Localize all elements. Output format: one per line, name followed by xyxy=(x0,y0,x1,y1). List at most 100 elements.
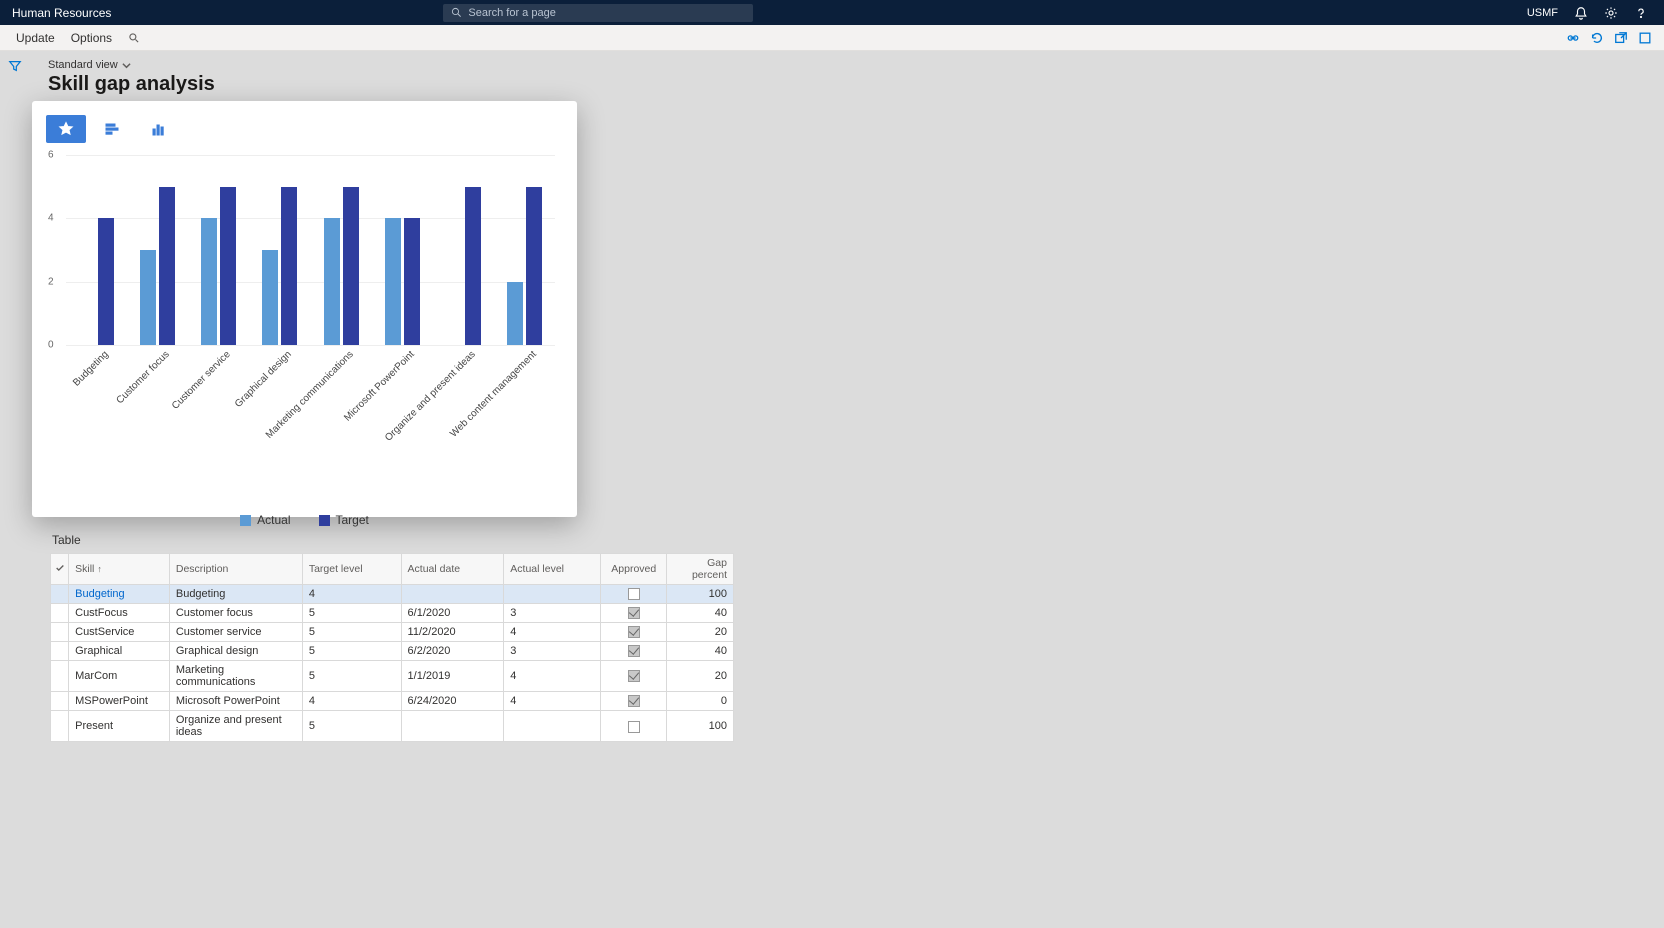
search-box[interactable]: Search for a page xyxy=(443,4,753,22)
table-section-title: Table xyxy=(50,529,1664,553)
row-select-cell[interactable] xyxy=(51,711,69,742)
cell-gap-percent: 40 xyxy=(667,604,734,623)
checkbox-icon[interactable] xyxy=(628,588,640,600)
x-axis-label: Budgeting xyxy=(71,349,111,389)
cell-approved[interactable] xyxy=(601,711,667,742)
help-icon[interactable] xyxy=(1634,6,1648,20)
bar-actual[interactable] xyxy=(140,250,156,345)
table-row[interactable]: MarComMarketing communications51/1/20194… xyxy=(51,661,734,692)
cell-approved[interactable] xyxy=(601,661,667,692)
column-actual-date[interactable]: Actual date xyxy=(401,554,504,585)
find-button[interactable] xyxy=(120,32,148,44)
bar-target[interactable] xyxy=(220,187,236,345)
cell-gap-percent: 0 xyxy=(667,692,734,711)
cell-description: Marketing communications xyxy=(169,661,302,692)
cell-skill[interactable]: CustFocus xyxy=(69,604,170,623)
cell-target-level: 5 xyxy=(302,711,401,742)
table-section: Table Skill↑ Description Target level Ac… xyxy=(50,529,1664,742)
table-row[interactable]: GraphicalGraphical design56/2/2020340 xyxy=(51,642,734,661)
bar-group xyxy=(140,187,175,345)
cell-target-level: 5 xyxy=(302,604,401,623)
update-button[interactable]: Update xyxy=(8,31,63,45)
cell-description: Budgeting xyxy=(169,585,302,604)
column-approved[interactable]: Approved xyxy=(601,554,667,585)
attach-icon[interactable] xyxy=(1566,31,1580,45)
table-row[interactable]: CustServiceCustomer service511/2/2020420 xyxy=(51,623,734,642)
column-skill[interactable]: Skill↑ xyxy=(69,554,170,585)
column-actual-level[interactable]: Actual level xyxy=(504,554,601,585)
cell-target-level: 5 xyxy=(302,642,401,661)
cell-approved[interactable] xyxy=(601,585,667,604)
checkbox-icon[interactable] xyxy=(628,721,640,733)
checkbox-icon[interactable] xyxy=(628,670,640,682)
cell-actual-date: 11/2/2020 xyxy=(401,623,504,642)
vbar-chart-icon xyxy=(150,121,166,137)
cell-target-level: 4 xyxy=(302,585,401,604)
column-target-level[interactable]: Target level xyxy=(302,554,401,585)
cell-gap-percent: 20 xyxy=(667,623,734,642)
bar-target[interactable] xyxy=(281,187,297,345)
cell-approved[interactable] xyxy=(601,604,667,623)
chart-tab-vbar[interactable] xyxy=(138,115,178,143)
cell-actual-level: 4 xyxy=(504,692,601,711)
checkbox-icon[interactable] xyxy=(628,695,640,707)
chart-tab-hbar[interactable] xyxy=(92,115,132,143)
checkbox-icon[interactable] xyxy=(628,607,640,619)
bar-target[interactable] xyxy=(159,187,175,345)
view-selector[interactable]: Standard view xyxy=(48,59,215,71)
cell-skill[interactable]: Present xyxy=(69,711,170,742)
bar-actual[interactable] xyxy=(507,282,523,345)
cell-description: Microsoft PowerPoint xyxy=(169,692,302,711)
cell-skill[interactable]: CustService xyxy=(69,623,170,642)
column-description[interactable]: Description xyxy=(169,554,302,585)
checkbox-icon[interactable] xyxy=(628,645,640,657)
table-row[interactable]: PresentOrganize and present ideas5100 xyxy=(51,711,734,742)
bar-actual[interactable] xyxy=(324,218,340,345)
row-select-cell[interactable] xyxy=(51,692,69,711)
popout-icon[interactable] xyxy=(1614,31,1628,45)
cell-approved[interactable] xyxy=(601,623,667,642)
column-select-all[interactable] xyxy=(51,554,69,585)
bar-target[interactable] xyxy=(343,187,359,345)
page-title: Skill gap analysis xyxy=(48,73,215,96)
sort-asc-icon: ↑ xyxy=(97,564,102,574)
table-row[interactable]: CustFocusCustomer focus56/1/2020340 xyxy=(51,604,734,623)
cell-approved[interactable] xyxy=(601,642,667,661)
row-select-cell[interactable] xyxy=(51,661,69,692)
cell-skill[interactable]: Graphical xyxy=(69,642,170,661)
row-select-cell[interactable] xyxy=(51,585,69,604)
bar-target[interactable] xyxy=(526,187,542,345)
fullscreen-icon[interactable] xyxy=(1638,31,1652,45)
row-select-cell[interactable] xyxy=(51,642,69,661)
bar-target[interactable] xyxy=(98,218,114,345)
cell-actual-date xyxy=(401,585,504,604)
bar-target[interactable] xyxy=(404,218,420,345)
filter-pane-button[interactable] xyxy=(8,59,24,75)
cell-skill[interactable]: MarCom xyxy=(69,661,170,692)
cell-approved[interactable] xyxy=(601,692,667,711)
refresh-icon[interactable] xyxy=(1590,31,1604,45)
bar-actual[interactable] xyxy=(385,218,401,345)
bell-icon[interactable] xyxy=(1574,6,1588,20)
cell-skill[interactable]: MSPowerPoint xyxy=(69,692,170,711)
row-select-cell[interactable] xyxy=(51,604,69,623)
gear-icon[interactable] xyxy=(1604,6,1618,20)
column-gap-percent[interactable]: Gap percent xyxy=(667,554,734,585)
cell-skill[interactable]: Budgeting xyxy=(69,585,170,604)
table-header-row: Skill↑ Description Target level Actual d… xyxy=(51,554,734,585)
table-row[interactable]: BudgetingBudgeting4100 xyxy=(51,585,734,604)
company-code[interactable]: USMF xyxy=(1527,7,1558,19)
bar-group xyxy=(385,218,420,345)
options-button[interactable]: Options xyxy=(63,31,120,45)
command-bar: Update Options xyxy=(0,25,1664,51)
bar-actual[interactable] xyxy=(201,218,217,345)
row-select-cell[interactable] xyxy=(51,623,69,642)
checkbox-icon[interactable] xyxy=(628,626,640,638)
table-row[interactable]: MSPowerPointMicrosoft PowerPoint46/24/20… xyxy=(51,692,734,711)
bar-target[interactable] xyxy=(465,187,481,345)
bar-actual[interactable] xyxy=(262,250,278,345)
chart-legend: Actual Target xyxy=(46,513,563,527)
chart-tab-favorite[interactable] xyxy=(46,115,86,143)
bar-group xyxy=(324,187,359,345)
bar-group xyxy=(79,218,114,345)
